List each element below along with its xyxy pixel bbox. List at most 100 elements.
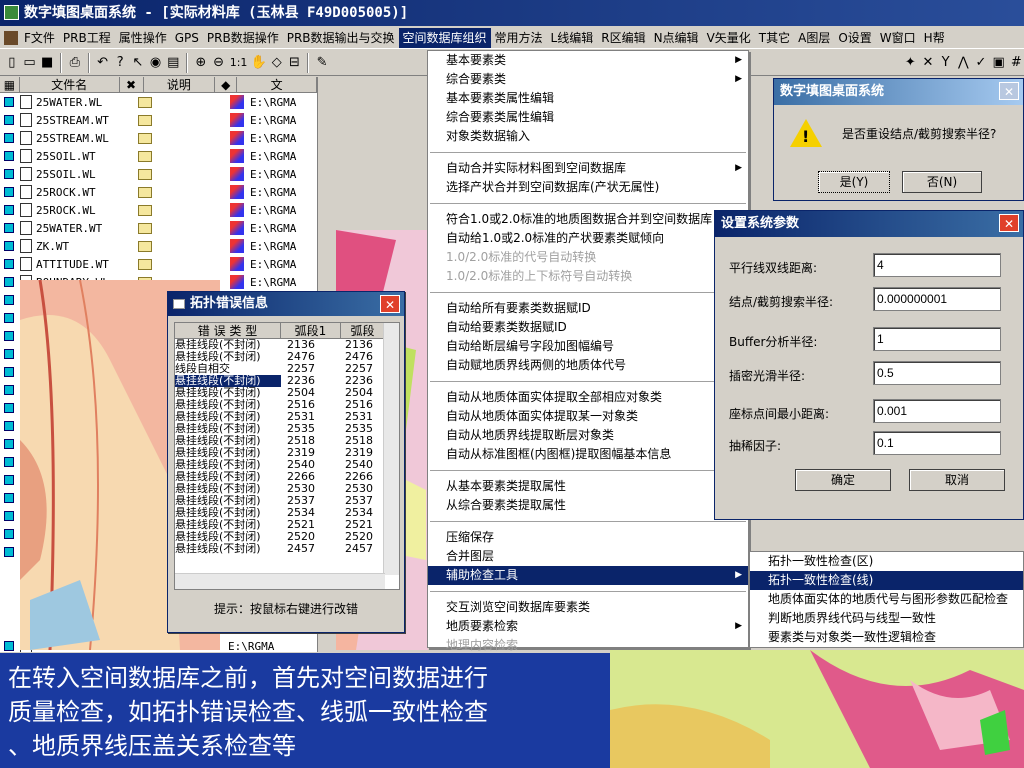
menu-item-14[interactable]: O设置 (834, 28, 875, 48)
file-checkbox[interactable] (4, 529, 14, 539)
topology-row[interactable]: 悬挂线段(不封闭) 2504 2504 (175, 387, 399, 399)
db-menu-item[interactable]: 合并图层 (428, 547, 748, 566)
topology-row[interactable]: 悬挂线段(不封闭) 2530 2530 (175, 483, 399, 495)
file-row[interactable]: 25SOIL.WT E:\RGMA (0, 147, 317, 165)
check-tool-item[interactable]: 要素类与对象类一致性逻辑检查 (750, 628, 1023, 647)
horizontal-scrollbar[interactable] (175, 573, 385, 589)
db-menu-item[interactable]: 自动合并实际材料图到空间数据库 ▶ (428, 159, 748, 178)
check-tool-item[interactable]: 拓扑一致性检查(线) (750, 571, 1023, 590)
file-checkbox[interactable] (4, 511, 14, 521)
header-arc1[interactable]: 弧段1 (281, 323, 341, 338)
topology-row[interactable]: 悬挂线段(不封闭) 2531 2531 (175, 411, 399, 423)
ok-button[interactable]: 确定 (795, 469, 891, 491)
menu-item-8[interactable]: L线编辑 (547, 28, 598, 48)
file-checkbox[interactable] (4, 439, 14, 449)
db-menu-item[interactable]: 自动从地质体面实体提取某一对象类 (428, 407, 748, 426)
db-menu-item[interactable]: 交互浏览空间数据库要素类 (428, 598, 748, 617)
cancel-button[interactable]: 取消 (909, 469, 1005, 491)
topology-row[interactable]: 悬挂线段(不封闭) 2319 2319 (175, 447, 399, 459)
confirm-dialog-title-bar[interactable]: 数字填图桌面系统 ✕ (774, 79, 1023, 105)
file-checkbox[interactable] (4, 385, 14, 395)
layer-icon[interactable]: ▤ (165, 53, 181, 73)
file-checkbox[interactable] (4, 205, 14, 215)
db-menu-item[interactable]: 综合要素类属性编辑 (428, 108, 748, 127)
window-icon[interactable]: ⊟ (287, 53, 303, 73)
setting-input[interactable]: 0.000000001 (873, 287, 1001, 311)
file-checkbox[interactable] (4, 169, 14, 179)
menu-item-0[interactable]: F文件 (20, 28, 59, 48)
topology-row[interactable]: 悬挂线段(不封闭) 2535 2535 (175, 423, 399, 435)
menu-item-6[interactable]: 空间数据库组织 (398, 27, 491, 48)
file-row[interactable]: 25STREAM.WL E:\RGMA (0, 129, 317, 147)
help-icon[interactable]: ? (112, 53, 128, 73)
db-menu-item[interactable]: 基本要素类 ▶ (428, 51, 748, 70)
file-row[interactable]: 25SOIL.WL E:\RGMA (0, 165, 317, 183)
header-arc2[interactable]: 弧段 (341, 323, 385, 338)
file-checkbox[interactable] (4, 403, 14, 413)
db-menu-item[interactable]: 压缩保存 (428, 528, 748, 547)
grid-tool-icon[interactable]: # (1008, 53, 1024, 73)
eraser-icon[interactable]: ◇ (269, 53, 285, 73)
menu-item-4[interactable]: PRB数据操作 (203, 28, 283, 48)
menu-item-16[interactable]: H帮 (920, 28, 949, 48)
file-checkbox[interactable] (4, 151, 14, 161)
file-checkbox[interactable] (4, 295, 14, 305)
topology-row[interactable]: 线段自相交 2257 2257 (175, 363, 399, 375)
vector-tool-icon[interactable]: ✦ (902, 53, 918, 73)
menu-item-10[interactable]: N点编辑 (650, 28, 703, 48)
no-button[interactable]: 否(N) (902, 171, 982, 193)
setting-input[interactable]: 0.5 (873, 361, 1001, 385)
branch-tool-icon[interactable]: Y (938, 53, 954, 73)
vertical-scrollbar[interactable] (383, 323, 399, 575)
topology-row[interactable]: 悬挂线段(不封闭) 2236 2236 (175, 375, 399, 387)
close-icon[interactable]: ✕ (380, 295, 400, 313)
file-checkbox[interactable] (4, 349, 14, 359)
topology-dialog-title-bar[interactable]: 拓扑错误信息 ✕ (168, 292, 404, 316)
file-checkbox[interactable] (4, 133, 14, 143)
line-tool-icon[interactable]: ✕ (920, 53, 936, 73)
db-menu-item[interactable]: 从基本要素类提取属性 (428, 477, 748, 496)
file-checkbox[interactable] (4, 277, 14, 287)
db-menu-item[interactable]: 自动从地质体面实体提取全部相应对象类 (428, 388, 748, 407)
db-menu-item[interactable]: 综合要素类 ▶ (428, 70, 748, 89)
db-menu-item[interactable]: 对象类数据输入 (428, 127, 748, 146)
db-menu-item[interactable]: 自动赋地质界线两侧的地质体代号 (428, 356, 748, 375)
file-row[interactable]: ATTITUDE.WT E:\RGMA (0, 255, 317, 273)
yes-button[interactable]: 是(Y) (818, 171, 890, 193)
topology-row[interactable]: 悬挂线段(不封闭) 2518 2518 (175, 435, 399, 447)
db-menu-item[interactable]: 基本要素类属性编辑 (428, 89, 748, 108)
db-menu-item[interactable]: 选择产状合并到空间数据库(产状无属性) (428, 178, 748, 197)
file-row[interactable]: 25WATER.WL E:\RGMA (0, 93, 317, 111)
topology-row[interactable]: 悬挂线段(不封闭) 2537 2537 (175, 495, 399, 507)
topology-row[interactable]: 悬挂线段(不封闭) 2476 2476 (175, 351, 399, 363)
file-checkbox[interactable] (4, 547, 14, 557)
db-menu-item[interactable]: 自动从标准图框(内图框)提取图幅基本信息 (428, 445, 748, 464)
header-filename[interactable]: 文件名 (20, 77, 120, 92)
setting-input[interactable]: 0.001 (873, 399, 1001, 423)
menu-item-11[interactable]: V矢量化 (703, 28, 755, 48)
close-icon[interactable]: ✕ (999, 82, 1019, 100)
file-checkbox[interactable] (4, 115, 14, 125)
file-checkbox[interactable] (4, 421, 14, 431)
zoom-in-icon[interactable]: ⊕ (193, 53, 209, 73)
pencil-icon[interactable]: ✎ (314, 53, 330, 73)
topology-row[interactable]: 悬挂线段(不封闭) 2540 2540 (175, 459, 399, 471)
menu-app-icon[interactable] (4, 30, 18, 45)
file-checkbox[interactable] (4, 187, 14, 197)
color-tool-icon[interactable]: ▣ (991, 53, 1007, 73)
zoom-out-icon[interactable]: ⊖ (211, 53, 227, 73)
file-checkbox[interactable] (4, 493, 14, 503)
menu-item-13[interactable]: A图层 (794, 28, 834, 48)
topology-row[interactable]: 悬挂线段(不封闭) 2266 2266 (175, 471, 399, 483)
topology-row[interactable]: 悬挂线段(不封闭) 2136 2136 (175, 339, 399, 351)
check-tool-item[interactable]: 拓扑一致性检查(区) (750, 552, 1023, 571)
db-menu-item[interactable]: 自动给1.0或2.0标准的产状要素类赋倾向 (428, 229, 748, 248)
map-fragment-bottom-right[interactable] (610, 650, 1024, 768)
save-icon[interactable]: ■ (39, 53, 55, 73)
topology-row[interactable]: 悬挂线段(不封闭) 2520 2520 (175, 531, 399, 543)
file-checkbox[interactable] (4, 331, 14, 341)
menu-item-7[interactable]: 常用方法 (491, 28, 547, 48)
menu-item-5[interactable]: PRB数据输出与交换 (283, 28, 399, 48)
menu-item-1[interactable]: PRB工程 (59, 28, 115, 48)
header-description[interactable]: 说明 (144, 77, 216, 92)
